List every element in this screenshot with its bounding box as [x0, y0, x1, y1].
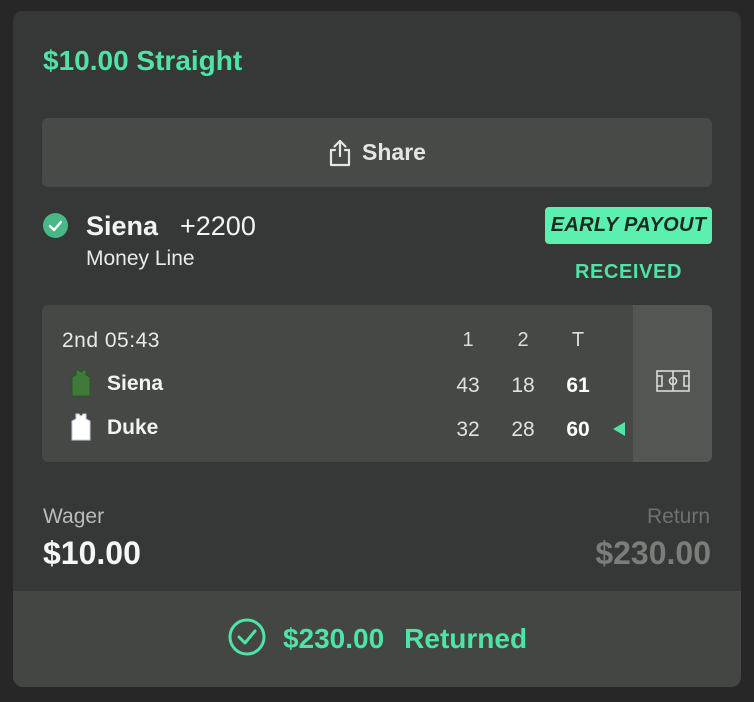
court-icon: [655, 370, 690, 397]
bet-title: $10.00 Straight: [43, 45, 243, 76]
check-circle-icon: [227, 617, 267, 662]
column-header-total: T: [571, 329, 585, 351]
share-label: Share: [362, 139, 426, 165]
returned-banner: $230.00 Returned: [13, 591, 741, 687]
score-period-2: 18: [511, 374, 535, 397]
won-check-icon: [43, 213, 68, 238]
received-status: RECEIVED: [574, 261, 683, 283]
selection-team: Siena: [86, 211, 159, 241]
team-name: Siena: [107, 372, 164, 395]
court-view-button[interactable]: [633, 305, 712, 462]
wager-value: $10.00: [43, 535, 141, 571]
score-total: 61: [566, 374, 590, 397]
score-period-2: 28: [511, 418, 535, 441]
score-period-1: 43: [456, 374, 480, 397]
column-header-2: 2: [517, 329, 529, 351]
selection-market: Money Line: [86, 247, 195, 270]
scoreboard: 2nd 05:43 1 2 T Siena 43 18 61 Duke 32 2…: [42, 305, 712, 462]
team-name: Duke: [107, 416, 159, 439]
share-icon: [328, 139, 352, 167]
score-total: 60: [566, 418, 590, 441]
returned-amount: $230.00: [282, 623, 385, 654]
jersey-icon: [71, 413, 91, 446]
column-header-1: 1: [462, 329, 474, 351]
return-label: Return: [646, 505, 710, 528]
selection-odds: +2200: [180, 211, 256, 241]
jersey-icon: [71, 369, 91, 402]
score-period-1: 32: [456, 418, 480, 441]
early-payout-badge: EARLY PAYOUT: [545, 207, 712, 244]
returned-status: Returned: [404, 623, 528, 654]
bet-card: $10.00 Straight Share Siena +2200 Money …: [13, 11, 741, 687]
possession-indicator-icon: [613, 422, 625, 436]
game-clock: 2nd 05:43: [62, 329, 160, 352]
return-value: $230.00: [595, 535, 711, 571]
share-button[interactable]: Share: [42, 118, 712, 187]
wager-label: Wager: [43, 505, 105, 528]
